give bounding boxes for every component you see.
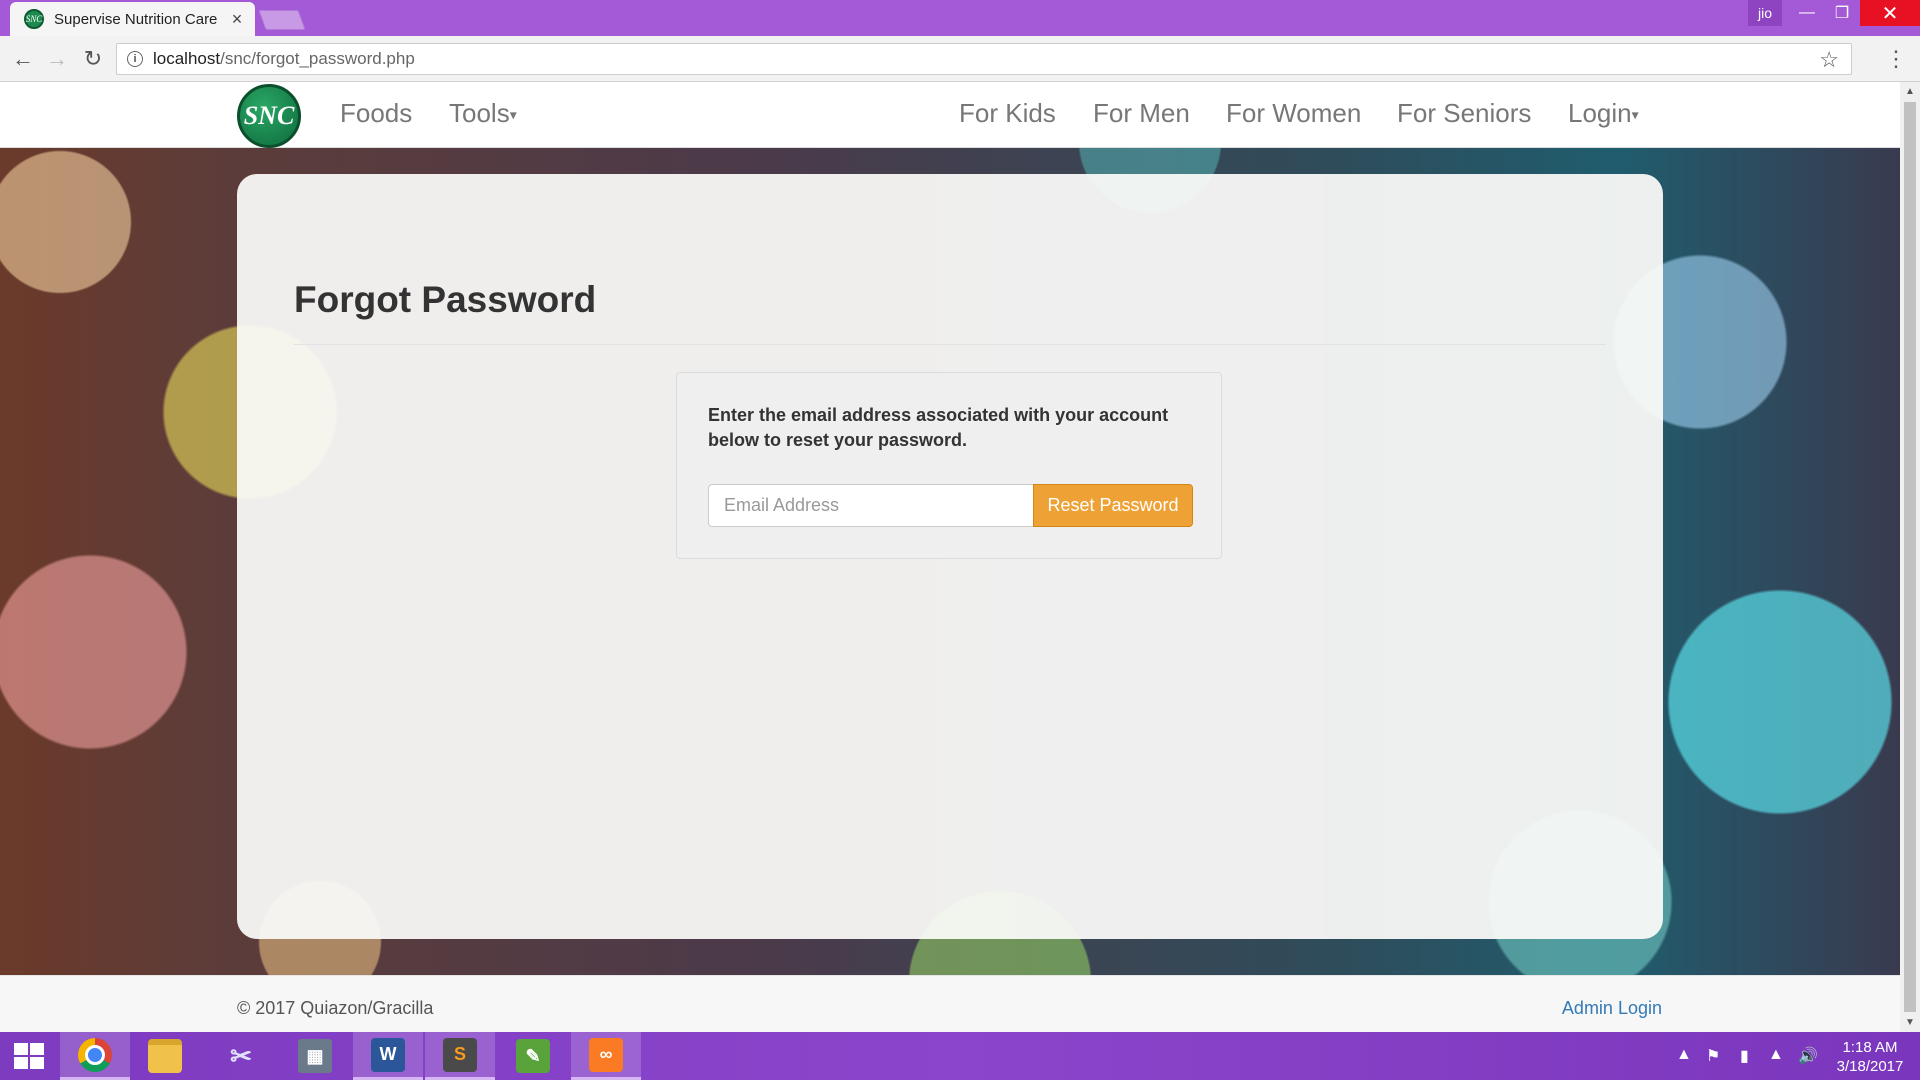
divider [294, 344, 1606, 345]
paint-icon[interactable]: ✎ [498, 1032, 568, 1080]
calculator-icon[interactable]: ▦ [280, 1032, 350, 1080]
caret-down-icon: ▾ [509, 106, 517, 123]
word-icon[interactable]: W [353, 1032, 423, 1080]
sublime-text-icon[interactable]: S [425, 1032, 495, 1080]
action-center-flag-icon[interactable]: ⚑ [1706, 1046, 1720, 1066]
address-bar[interactable]: i localhost/snc/forgot_password.php ☆ [116, 43, 1852, 75]
url-path: /snc/forgot_password.php [220, 49, 415, 68]
page-title: Forgot Password [294, 279, 597, 320]
reset-form-well: Enter the email address associated with … [676, 372, 1222, 559]
nav-for-seniors[interactable]: For Seniors [1397, 98, 1531, 129]
forgot-password-panel: Forgot Password Enter the email address … [237, 174, 1663, 939]
minimize-icon[interactable]: — [1790, 0, 1824, 26]
nav-login-label: Login [1568, 98, 1632, 128]
bookmark-star-icon[interactable]: ☆ [1819, 47, 1839, 73]
browser-menu-icon[interactable]: ⋮ [1885, 46, 1907, 72]
vertical-scrollbar[interactable]: ▲ ▼ [1900, 82, 1920, 1032]
tab-close-icon[interactable]: × [229, 9, 245, 30]
url-text[interactable]: localhost/snc/forgot_password.php [153, 49, 415, 69]
site-info-icon[interactable]: i [127, 51, 143, 67]
nav-tools-label: Tools [449, 98, 510, 128]
windows-taskbar: ✂ ▦ W S ✎ ∞ ▲ ⚑ ▮ ▲ 🔊 1:18 AM 3/18/2017 [0, 1032, 1920, 1080]
scroll-down-icon[interactable]: ▼ [1905, 1017, 1915, 1028]
new-tab-button[interactable] [258, 10, 306, 30]
back-arrow-icon[interactable]: ← [10, 46, 36, 72]
page-viewport: SNC Foods Tools▾ For Kids For Men For Wo… [0, 82, 1900, 1032]
reload-icon[interactable]: ↻ [80, 46, 106, 72]
windows-start-icon[interactable] [0, 1032, 58, 1080]
scroll-thumb[interactable] [1904, 102, 1916, 1012]
nav-foods[interactable]: Foods [340, 98, 412, 129]
admin-login-link[interactable]: Admin Login [1562, 998, 1662, 1019]
nav-for-women[interactable]: For Women [1226, 98, 1361, 129]
tray-expand-icon[interactable]: ▲ [1676, 1046, 1692, 1064]
reset-instructions: Enter the email address associated with … [708, 405, 1169, 450]
network-icon[interactable]: ▲ [1768, 1046, 1784, 1064]
site-navbar: SNC Foods Tools▾ For Kids For Men For Wo… [0, 82, 1900, 148]
xampp-icon[interactable]: ∞ [571, 1032, 641, 1080]
battery-icon[interactable]: ▮ [1740, 1046, 1749, 1066]
scroll-up-icon[interactable]: ▲ [1905, 86, 1915, 97]
clock-time: 1:18 AM [1842, 1039, 1898, 1056]
nav-for-men[interactable]: For Men [1093, 98, 1190, 129]
profile-badge[interactable]: jio [1748, 0, 1782, 26]
nav-login-dropdown[interactable]: Login▾ [1568, 98, 1639, 129]
browser-toolbar: ← → ↻ i localhost/snc/forgot_password.ph… [0, 36, 1920, 82]
clock-date: 3/18/2017 [1836, 1058, 1904, 1075]
email-input[interactable] [708, 484, 1033, 527]
browser-titlebar: SNC Supervise Nutrition Care × jio — ❐ ✕ [0, 0, 1920, 36]
browser-tab[interactable]: SNC Supervise Nutrition Care × [10, 2, 255, 36]
chrome-icon[interactable] [60, 1032, 130, 1080]
close-window-icon[interactable]: ✕ [1860, 0, 1920, 26]
reset-password-button[interactable]: Reset Password [1033, 484, 1193, 527]
nav-for-kids[interactable]: For Kids [959, 98, 1056, 129]
url-host: localhost [153, 49, 221, 68]
forward-arrow-icon[interactable]: → [44, 46, 70, 72]
site-footer: © 2017 Quiazon/Gracilla Admin Login [0, 975, 1900, 1032]
file-explorer-icon[interactable] [130, 1032, 200, 1080]
caret-down-icon: ▾ [1631, 106, 1639, 123]
copyright-text: © 2017 Quiazon/Gracilla [237, 998, 434, 1018]
maximize-icon[interactable]: ❐ [1825, 0, 1859, 26]
tab-title: Supervise Nutrition Care [54, 10, 218, 28]
nav-tools-dropdown[interactable]: Tools▾ [449, 98, 517, 129]
site-favicon-icon: SNC [24, 9, 44, 29]
system-clock[interactable]: 1:18 AM 3/18/2017 [1828, 1038, 1912, 1076]
snc-logo[interactable]: SNC [237, 84, 301, 148]
snipping-tool-icon[interactable]: ✂ [206, 1032, 276, 1080]
volume-icon[interactable]: 🔊 [1798, 1046, 1818, 1066]
